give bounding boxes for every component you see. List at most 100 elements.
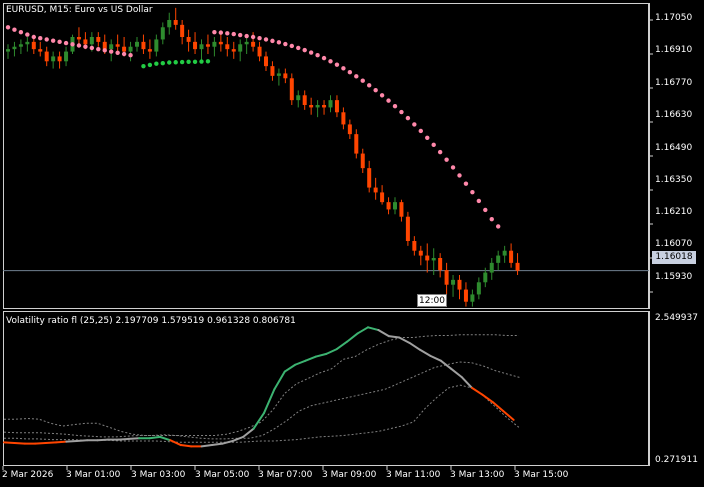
candle-bull xyxy=(25,41,30,45)
chart-canvas[interactable] xyxy=(0,0,704,487)
sar-dot-above xyxy=(496,224,501,229)
candle-bear xyxy=(283,73,288,79)
time-axis-label: 2 Mar 2026 xyxy=(2,470,54,480)
candle-bull xyxy=(212,41,217,47)
candle-bear xyxy=(302,95,307,105)
vr-main-segment xyxy=(148,435,161,440)
sar-dot-above xyxy=(225,31,230,36)
sar-dot-below xyxy=(160,61,165,66)
indicator-axis-min: 0.271911 xyxy=(655,455,698,465)
candle-bull xyxy=(199,44,204,50)
vr-main-segment xyxy=(460,375,473,389)
candle-bear xyxy=(405,216,410,241)
price-axis-label: 1.16910 xyxy=(655,45,693,55)
sar-dot-above xyxy=(483,207,488,213)
price-axis-label: 1.15930 xyxy=(655,272,693,282)
candle-bull xyxy=(315,105,320,108)
sar-dot-above xyxy=(347,70,353,75)
candle-bull xyxy=(393,202,397,210)
vr-main-segment xyxy=(169,439,182,447)
candle-bear xyxy=(38,49,43,52)
sar-dot-above xyxy=(63,40,69,46)
vr-main-segment xyxy=(231,435,245,442)
candle-bull xyxy=(109,44,114,50)
current-price-label: 1.16018 xyxy=(652,251,696,264)
sar-dot-above xyxy=(367,83,372,88)
sar-dot-above xyxy=(102,48,107,53)
sar-dot-above xyxy=(321,55,327,61)
candle-bear xyxy=(257,46,262,57)
indicator-title: Volatility ratio fl (25,25) 2.197709 1.5… xyxy=(6,316,296,326)
sar-dot-below xyxy=(205,59,211,64)
candle-bear xyxy=(386,202,391,210)
vr-main-segment xyxy=(304,355,317,362)
time-axis-label: 3 Mar 03:00 xyxy=(131,470,186,480)
sar-dot-above xyxy=(76,43,82,48)
sar-dot-above xyxy=(308,50,314,55)
candle-bull xyxy=(160,27,165,40)
candle-bear xyxy=(115,44,120,47)
candle-bull xyxy=(476,282,481,295)
sar-dot-above xyxy=(392,104,398,109)
vr-main-segment xyxy=(242,427,255,438)
sar-dot-above xyxy=(360,78,365,83)
time-axis-label: 3 Mar 05:00 xyxy=(195,470,250,480)
candle-bear xyxy=(193,41,198,50)
sar-dot-below xyxy=(167,60,172,65)
vr-upper-band xyxy=(4,334,519,436)
sar-dot-above xyxy=(425,135,430,140)
sar-dot-above xyxy=(289,43,294,49)
candle-bull xyxy=(18,44,23,47)
candle-bear xyxy=(463,289,468,302)
candle-bull xyxy=(431,258,436,261)
vr-main-segment xyxy=(3,441,16,444)
time-axis-label: 3 Mar 01:00 xyxy=(66,470,121,480)
candle-bear xyxy=(289,78,294,101)
sar-dot-above xyxy=(12,27,17,32)
vr-main-segment xyxy=(117,437,130,441)
vr-main-segment xyxy=(34,441,47,445)
vr-main-segment xyxy=(429,354,442,362)
candle-bear xyxy=(264,56,268,67)
sar-dot-above xyxy=(218,30,224,35)
sar-dot-above xyxy=(115,50,120,55)
candle-bear xyxy=(367,168,372,188)
sar-dot-above xyxy=(334,62,340,67)
sar-dot-above xyxy=(463,181,469,186)
sar-dot-below xyxy=(179,59,185,65)
vr-main-segment xyxy=(211,442,224,447)
sar-dot-above xyxy=(283,41,288,47)
candle-bear xyxy=(173,20,178,25)
time-axis-label: 3 Mar 13:00 xyxy=(450,470,505,480)
candle-bear xyxy=(347,124,352,135)
vr-main-segment xyxy=(263,388,276,415)
vr-main-segment xyxy=(44,441,57,444)
candle-bear xyxy=(251,41,256,47)
vr-main-segment xyxy=(419,348,432,357)
sar-dot-above xyxy=(444,157,449,162)
candle-bear xyxy=(509,250,514,263)
candle-bear xyxy=(31,41,36,50)
indicator-axis-max: 2.549937 xyxy=(655,313,698,323)
price-axis-label: 1.16630 xyxy=(655,110,693,120)
candle-bull xyxy=(135,41,139,47)
candle-bull xyxy=(12,46,17,50)
candle-bull xyxy=(64,51,69,62)
candle-bear xyxy=(96,37,101,42)
candle-bear xyxy=(205,44,210,47)
sar-dot-above xyxy=(399,109,404,115)
sar-dot-above xyxy=(489,216,494,222)
candle-bear xyxy=(373,187,378,193)
time-cursor-label: 12:00 xyxy=(417,294,447,307)
candle-bull xyxy=(496,255,501,263)
vr-main-segment xyxy=(55,440,68,444)
vr-main-segment xyxy=(200,444,213,448)
candle-bear xyxy=(444,270,449,285)
sar-dot-above xyxy=(386,98,391,103)
candle-bear xyxy=(322,105,327,108)
sar-dot-above xyxy=(109,49,114,54)
sar-dot-above xyxy=(476,198,482,204)
time-axis-label: 3 Mar 09:00 xyxy=(322,470,377,480)
candle-bull xyxy=(128,46,133,52)
candle-bull xyxy=(51,56,56,62)
